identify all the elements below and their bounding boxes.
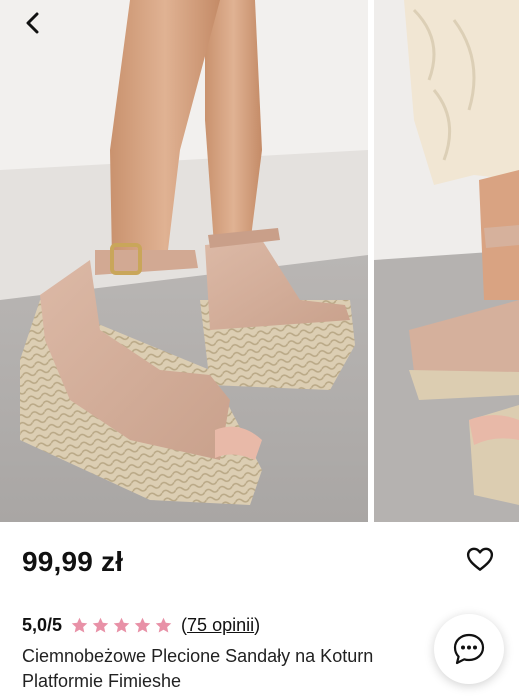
rating-score: 5,0/5 (22, 614, 63, 635)
reviews-count[interactable]: 75 opinii (187, 615, 254, 635)
chat-bubble-icon (453, 633, 485, 665)
add-to-favorites-button[interactable] (465, 544, 495, 574)
star-icon (92, 617, 109, 633)
product-title: Ciemnobeżowe Plecione Sandały na Koturn … (22, 644, 442, 694)
product-image-gallery[interactable] (0, 0, 519, 522)
reviews-link[interactable]: (75 opinii) (181, 615, 260, 636)
heart-outline-icon (466, 547, 494, 571)
star-icon (71, 617, 88, 633)
chat-button[interactable] (434, 614, 504, 684)
product-photo-main[interactable] (0, 0, 368, 522)
product-price: 99,99 zł (22, 546, 124, 577)
product-title-line-1: Ciemnobeżowe Plecione Sandały na Koturn (22, 646, 374, 666)
price-row: 99,99 zł (22, 544, 499, 584)
product-photo-second[interactable] (374, 0, 519, 522)
star-icon (134, 617, 151, 633)
back-button[interactable] (14, 6, 52, 40)
rating-row: 5,0/5 (75 opinii) (22, 612, 260, 638)
chevron-left-icon (26, 12, 39, 34)
star-icon (113, 617, 130, 633)
product-title-line-2: Platformie Fimieshe (22, 671, 182, 691)
star-icon (155, 617, 172, 633)
rating-stars (70, 616, 173, 635)
